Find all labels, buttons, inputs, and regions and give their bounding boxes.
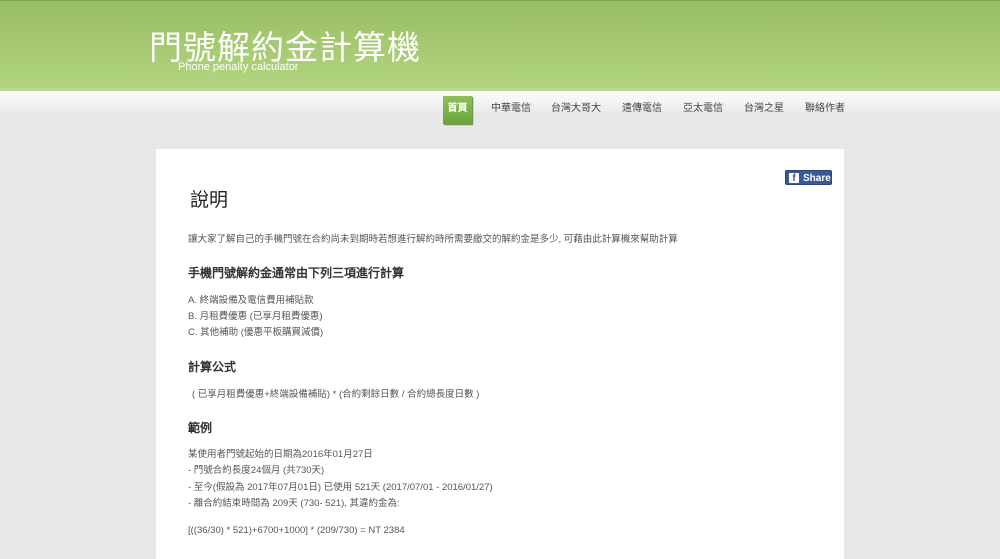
list-item: A. 終端設備及電信費用補貼款 — [188, 295, 314, 306]
nav-fareastone[interactable]: 遠傳電信 — [621, 96, 663, 124]
page-title: 說明 — [190, 190, 229, 211]
example-line: - 門號合約長度24個月 (共730天) — [188, 465, 325, 476]
site-header: 門號解約金計算機 Phone penalty calculator — [0, 0, 1000, 88]
facebook-icon: f — [789, 173, 799, 184]
list-item: C. 其他補助 (優惠平板購買減價) — [188, 327, 324, 338]
example-result: [((36/30) * 521)+6700+1000] * (209/730) … — [188, 525, 405, 536]
share-label: Share — [803, 173, 831, 184]
example-line: - 離合約結束時間為 209天 (730- 521), 其違約金為: — [188, 498, 400, 509]
section-heading: 範例 — [188, 421, 213, 435]
section-heading: 計算公式 — [188, 360, 237, 374]
nav-tstar[interactable]: 台灣之星 — [743, 96, 785, 124]
nav-taiwan-mobile[interactable]: 台灣大哥大 — [550, 96, 602, 124]
content-panel: f Share 說明 讓大家了解自己的手機門號在合約尚未到期時若想進行解約時所需要… — [156, 149, 844, 559]
site-subtitle: Phone penalty calculator — [178, 61, 299, 73]
example-line: 某使用者門號起始的日期為2016年01月27日 — [188, 449, 373, 460]
list-item: B. 月租費優惠 (已享月租費優惠) — [188, 311, 323, 322]
nav-contact[interactable]: 聯絡作者 — [804, 96, 846, 124]
nav-aptg[interactable]: 亞太電信 — [682, 96, 724, 124]
nav-divider — [0, 88, 1000, 91]
nav-chunghwa[interactable]: 中華電信 — [490, 96, 532, 124]
intro-text: 讓大家了解自己的手機門號在合約尚未到期時若想進行解約時所需要繳交的解約金是多少,… — [188, 234, 678, 245]
section-heading: 手機門號解約金通常由下列三項進行計算 — [188, 266, 405, 280]
facebook-share-button[interactable]: f Share — [785, 170, 832, 185]
formula-text: ( 已享月租費優惠+終端設備補貼) * (合約剩餘日數 / 合約總長度日數 ) — [192, 389, 480, 400]
nav-home[interactable]: 首頁 — [443, 96, 472, 124]
example-line: - 至今(假設為 2017年07月01日) 已使用 521天 (2017/07/… — [188, 482, 493, 493]
